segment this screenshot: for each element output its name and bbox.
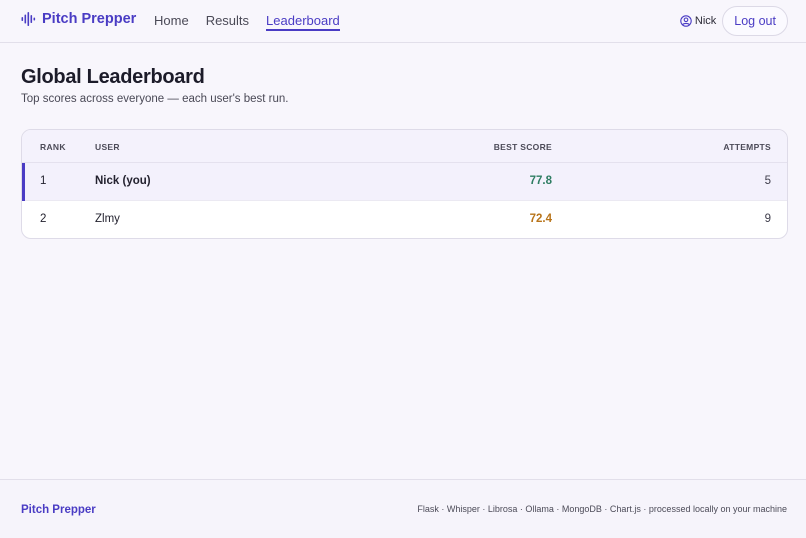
main-nav: Home Results Leaderboard: [154, 13, 357, 31]
user-name: Nick: [694, 15, 717, 27]
user-area: Nick Log out: [680, 6, 788, 36]
user-cell: Nick (you): [95, 175, 151, 187]
user-cell: Zlmy: [95, 213, 120, 225]
top-navbar: Pitch Prepper Home Results Leaderboard N…: [0, 0, 806, 43]
table-row: 2 Zlmy 72.4 9: [22, 201, 787, 238]
column-header-rank: RANK: [40, 142, 66, 152]
brand-logo[interactable]: Pitch Prepper: [21, 11, 136, 27]
user-circle-icon: [680, 15, 692, 27]
rank-cell: 1: [40, 175, 47, 187]
brand-name: Pitch Prepper: [42, 11, 137, 27]
column-header-attempts: ATTEMPTS: [723, 142, 771, 152]
soundwave-icon: [21, 12, 36, 26]
column-header-user: USER: [95, 142, 120, 152]
nav-leaderboard[interactable]: Leaderboard: [266, 13, 340, 31]
logout-button[interactable]: Log out: [722, 6, 788, 36]
column-header-best-score: BEST SCORE: [493, 142, 552, 152]
table-header: RANK USER BEST SCORE ATTEMPTS: [22, 130, 787, 163]
best-score-cell: 72.4: [529, 213, 552, 225]
page-title: Global Leaderboard: [21, 66, 205, 88]
nav-home[interactable]: Home: [154, 13, 189, 31]
footer-brand: Pitch Prepper: [21, 504, 96, 516]
page-footer: Pitch Prepper Flask · Whisper · Librosa …: [0, 479, 806, 538]
user-chip: Nick: [680, 15, 716, 27]
nav-results[interactable]: Results: [206, 13, 249, 31]
leaderboard-table: RANK USER BEST SCORE ATTEMPTS 1 Nick (yo…: [21, 129, 788, 239]
rank-cell: 2: [40, 213, 47, 225]
table-row-current-user: 1 Nick (you) 77.8 5: [22, 163, 787, 201]
footer-tech-stack: Flask · Whisper · Librosa · Ollama · Mon…: [417, 504, 787, 514]
attempts-cell: 5: [764, 175, 771, 187]
best-score-cell: 77.8: [529, 175, 552, 187]
attempts-cell: 9: [764, 213, 771, 225]
page-subtitle: Top scores across everyone — each user's…: [21, 93, 289, 105]
